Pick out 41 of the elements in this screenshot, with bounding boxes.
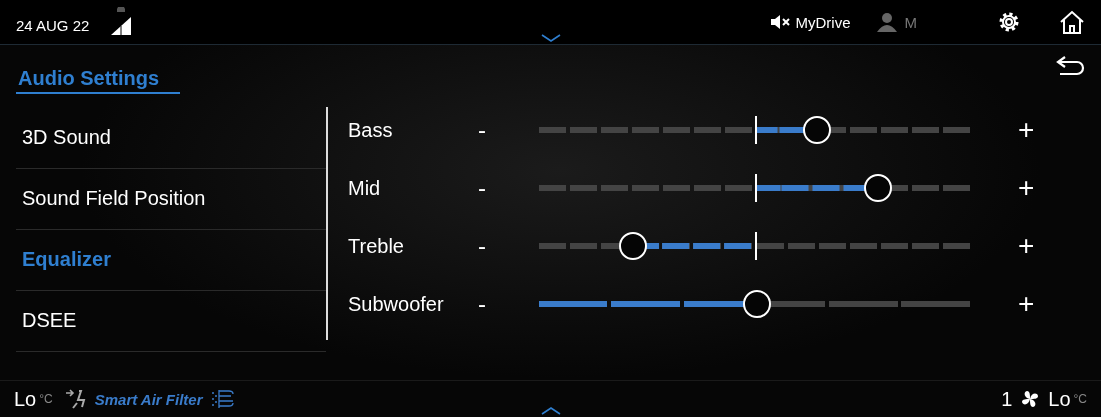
profile-name[interactable]: MyDrive — [795, 13, 851, 31]
decrease-button[interactable]: - — [478, 174, 518, 202]
temperature-unit: °C — [1073, 392, 1087, 406]
date-text: 24 AUG 22 — [16, 16, 90, 34]
car-icon — [115, 5, 128, 14]
slider-label: Subwoofer — [348, 292, 445, 316]
slider-thumb[interactable] — [618, 232, 647, 260]
temperature-text[interactable]: Lo — [1048, 387, 1071, 411]
mute-icon[interactable] — [769, 13, 790, 31]
increase-button[interactable]: + — [1018, 230, 1042, 262]
increase-button[interactable]: + — [1018, 172, 1042, 204]
slider-label: Bass — [348, 118, 394, 142]
slider-thumb[interactable] — [803, 116, 832, 144]
home-icon[interactable] — [1059, 9, 1085, 35]
user-initial[interactable]: M — [904, 13, 917, 31]
air-filter-icon[interactable] — [210, 389, 235, 409]
increase-button[interactable]: + — [1018, 114, 1042, 146]
chevron-down-icon[interactable] — [540, 34, 561, 42]
fan-speed-text[interactable]: 1 — [1001, 387, 1013, 411]
slider-thumb[interactable] — [742, 290, 771, 318]
settings-icon[interactable] — [997, 10, 1021, 34]
temperature-text[interactable]: Lo — [14, 387, 37, 411]
panel-title: Audio Settings — [16, 45, 180, 94]
filter-label[interactable]: Smart Air Filter — [94, 390, 203, 408]
person-icon[interactable] — [876, 12, 897, 32]
temperature-unit: °C — [39, 392, 53, 406]
center-mark — [755, 174, 757, 202]
decrease-button[interactable]: - — [478, 116, 518, 144]
back-icon[interactable] — [1055, 55, 1085, 77]
fan-icon[interactable] — [1020, 389, 1041, 409]
decrease-button[interactable]: - — [478, 232, 518, 260]
seat-airflow-icon[interactable] — [64, 389, 87, 409]
center-mark — [755, 232, 757, 260]
slider-thumb[interactable] — [864, 174, 893, 202]
center-mark — [755, 116, 757, 144]
slider-label: Treble — [348, 234, 405, 258]
slider-label: Mid — [348, 176, 382, 200]
signal-icon — [111, 16, 132, 35]
chevron-up-icon[interactable] — [540, 407, 561, 415]
decrease-button[interactable]: - — [478, 290, 518, 318]
increase-button[interactable]: + — [1018, 288, 1042, 320]
